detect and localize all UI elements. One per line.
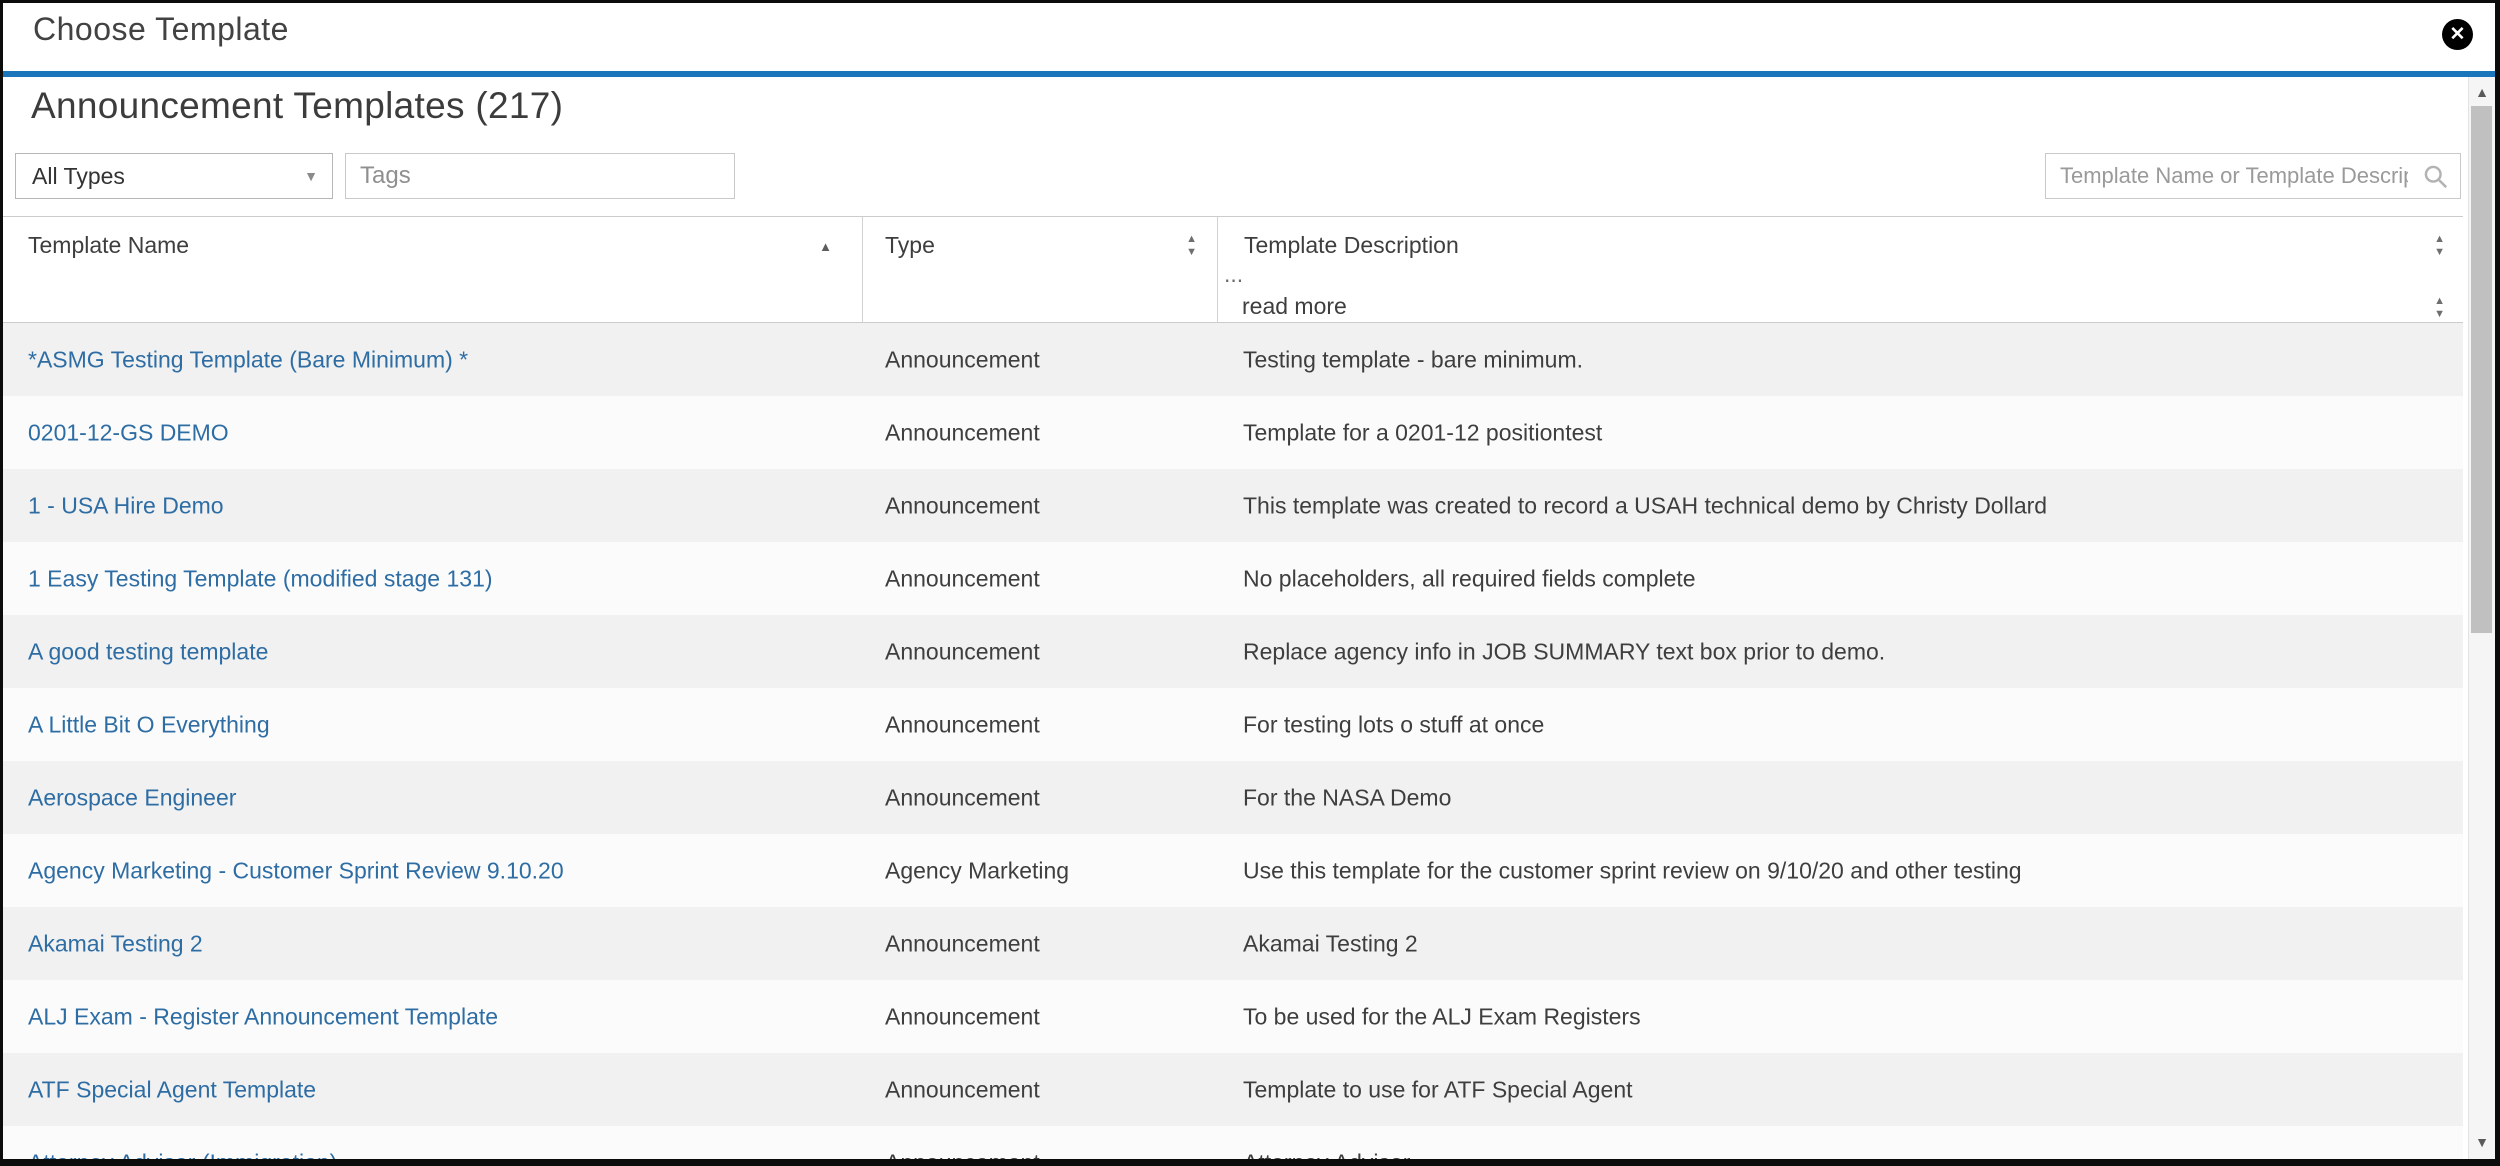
template-type: Announcement [885, 565, 1040, 592]
sort-down-arrow-icon: ▼ [2434, 247, 2445, 258]
page-title: Announcement Templates (217) [31, 85, 563, 127]
template-description: Testing template - bare minimum. [1243, 346, 1583, 373]
template-type: Announcement [885, 1076, 1040, 1103]
dialog-titlebar: Choose Template ✕ [3, 3, 2495, 71]
table-row: 1 - USA Hire Demo Announcement This temp… [3, 469, 2463, 542]
read-more-link[interactable]: read more [1242, 293, 1347, 320]
sort-icon: ▲ ▼ [2434, 296, 2445, 320]
dialog-title: Choose Template [33, 11, 289, 48]
template-type: Announcement [885, 419, 1040, 446]
template-description: Akamai Testing 2 [1243, 930, 1418, 957]
template-name-link[interactable]: Akamai Testing 2 [28, 930, 203, 957]
scroll-up-button[interactable]: ▲ [2469, 79, 2495, 105]
table-row: Attorney Advisor (Immigration) Announcem… [3, 1126, 2463, 1159]
scroll-up-icon: ▲ [2475, 84, 2489, 100]
table-row: ATF Special Agent Template Announcement … [3, 1053, 2463, 1126]
template-name-link[interactable]: 0201-12-GS DEMO [28, 419, 229, 446]
table-row: ALJ Exam - Register Announcement Templat… [3, 980, 2463, 1053]
table-row: *ASMG Testing Template (Bare Minimum) * … [3, 323, 2463, 396]
sort-down-arrow-icon: ▼ [1186, 247, 1197, 258]
template-name-link[interactable]: Aerospace Engineer [28, 784, 236, 811]
table-row: 0201-12-GS DEMO Announcement Template fo… [3, 396, 2463, 469]
scroll-down-button[interactable]: ▼ [2469, 1129, 2495, 1155]
template-type: Announcement [885, 638, 1040, 665]
description-ellipsis: ... [1224, 261, 1243, 288]
column-label: Type [885, 232, 935, 259]
accent-divider [3, 71, 2495, 77]
template-name-link[interactable]: 1 Easy Testing Template (modified stage … [28, 565, 493, 592]
template-description: For the NASA Demo [1243, 784, 1451, 811]
templates-table: Template Name ▲ Type ▲ ▼ Template Descri… [3, 216, 2463, 1159]
column-label: Template Name [28, 232, 189, 259]
choose-template-dialog: Choose Template ✕ Announcement Templates… [0, 0, 2500, 1166]
scrollbar-thumb[interactable] [2471, 106, 2492, 633]
template-type: Announcement [885, 711, 1040, 738]
template-description: Attorney Advisor [1243, 1149, 1410, 1159]
column-header-type[interactable]: Type ▲ ▼ [862, 217, 1217, 322]
template-name-link[interactable]: Attorney Advisor (Immigration) [28, 1149, 337, 1159]
table-row: A Little Bit O Everything Announcement F… [3, 688, 2463, 761]
template-description: Template to use for ATF Special Agent [1243, 1076, 1633, 1103]
sort-icon: ▲ ▼ [1186, 234, 1197, 258]
template-description: Replace agency info in JOB SUMMARY text … [1243, 638, 1885, 665]
column-label: Template Description [1244, 232, 1459, 259]
table-row: Aerospace Engineer Announcement For the … [3, 761, 2463, 834]
template-name-link[interactable]: ALJ Exam - Register Announcement Templat… [28, 1003, 498, 1030]
template-type: Announcement [885, 1003, 1040, 1030]
template-type: Announcement [885, 784, 1040, 811]
chevron-down-icon: ▼ [304, 168, 318, 184]
tags-input[interactable] [345, 153, 735, 199]
type-filter-select[interactable]: All Types ▼ [15, 153, 333, 199]
type-filter-value: All Types [32, 163, 125, 190]
table-row: 1 Easy Testing Template (modified stage … [3, 542, 2463, 615]
template-name-link[interactable]: *ASMG Testing Template (Bare Minimum) * [28, 346, 468, 373]
template-type: Announcement [885, 346, 1040, 373]
template-description: For testing lots o stuff at once [1243, 711, 1544, 738]
template-name-link[interactable]: 1 - USA Hire Demo [28, 492, 224, 519]
sort-up-arrow-icon: ▲ [2434, 296, 2445, 307]
template-name-link[interactable]: ATF Special Agent Template [28, 1076, 316, 1103]
sort-ascending-icon: ▲ [819, 239, 832, 254]
template-type: Announcement [885, 492, 1040, 519]
template-description: To be used for the ALJ Exam Registers [1243, 1003, 1641, 1030]
scroll-down-icon: ▼ [2475, 1134, 2489, 1150]
template-description: Template for a 0201-12 positiontest [1243, 419, 1602, 446]
close-icon: ✕ [2450, 23, 2466, 46]
sort-icon: ▲ ▼ [2434, 234, 2445, 258]
table-row: A good testing template Announcement Rep… [3, 615, 2463, 688]
template-description: Use this template for the customer sprin… [1243, 857, 2022, 884]
vertical-scrollbar[interactable]: ▲ ▼ [2468, 77, 2495, 1159]
template-type: Announcement [885, 1149, 1040, 1159]
column-header-template-name[interactable]: Template Name ▲ [3, 217, 862, 322]
search-icon [2422, 163, 2449, 190]
column-header-template-description[interactable]: Template Description ▲ ▼ ... read more ▲… [1217, 217, 2463, 322]
sort-up-arrow-icon: ▲ [1186, 234, 1197, 245]
table-header-row: Template Name ▲ Type ▲ ▼ Template Descri… [3, 216, 2463, 323]
table-row: Agency Marketing - Customer Sprint Revie… [3, 834, 2463, 907]
close-button[interactable]: ✕ [2442, 19, 2473, 50]
table-body: *ASMG Testing Template (Bare Minimum) * … [3, 323, 2463, 1159]
sort-down-arrow-icon: ▼ [2434, 309, 2445, 320]
template-name-link[interactable]: A Little Bit O Everything [28, 711, 270, 738]
search-field-wrapper [2045, 153, 2461, 199]
sort-up-arrow-icon: ▲ [2434, 234, 2445, 245]
template-type: Agency Marketing [885, 857, 1069, 884]
table-row: Akamai Testing 2 Announcement Akamai Tes… [3, 907, 2463, 980]
template-description: This template was created to record a US… [1243, 492, 2047, 519]
search-input[interactable] [2045, 153, 2461, 199]
template-name-link[interactable]: A good testing template [28, 638, 268, 665]
template-type: Announcement [885, 930, 1040, 957]
template-description: No placeholders, all required fields com… [1243, 565, 1696, 592]
template-name-link[interactable]: Agency Marketing - Customer Sprint Revie… [28, 857, 564, 884]
